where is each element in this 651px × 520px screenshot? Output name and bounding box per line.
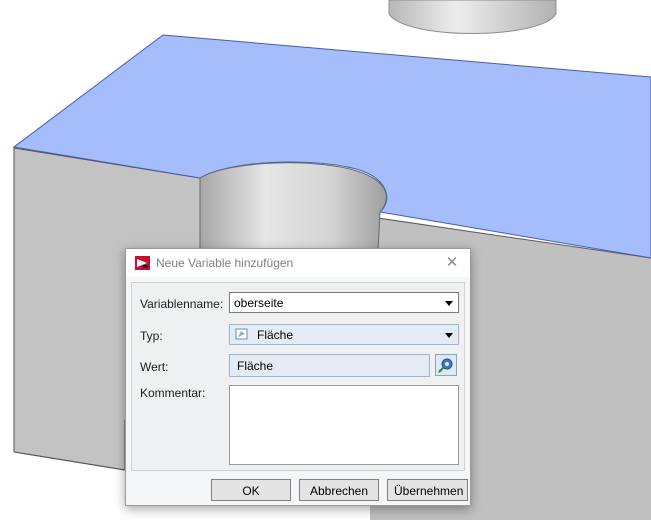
variable-name-combobox[interactable]: oberseite <box>229 292 459 313</box>
chevron-down-icon[interactable] <box>445 301 453 306</box>
surface-icon <box>235 328 248 340</box>
ok-button[interactable]: OK <box>211 479 291 501</box>
pick-value-button[interactable] <box>435 354 457 376</box>
chevron-down-icon[interactable] <box>445 333 453 338</box>
dialog-titlebar[interactable]: Neue Variable hinzufügen ✕ <box>126 249 470 277</box>
apply-button[interactable]: Übernehmen <box>387 479 468 501</box>
value-field[interactable]: Fläche <box>229 354 430 377</box>
type-combobox[interactable]: Fläche <box>229 324 459 345</box>
value-text: Fläche <box>237 359 274 373</box>
comment-textarea[interactable] <box>229 385 459 465</box>
cancel-button[interactable]: Abbrechen <box>299 479 379 501</box>
variable-name-value: oberseite <box>234 296 284 310</box>
pick-gear-icon <box>438 358 453 373</box>
comment-label: Kommentar: <box>140 386 206 400</box>
close-icon[interactable]: ✕ <box>442 253 462 273</box>
value-label: Wert: <box>140 360 169 374</box>
type-label: Typ: <box>140 329 163 343</box>
add-variable-dialog: Neue Variable hinzufügen ✕ Variablenname… <box>125 248 471 506</box>
variable-name-label: Variablenname: <box>140 297 224 311</box>
type-value: Fläche <box>257 328 294 342</box>
pin-cylinder <box>388 0 557 34</box>
app-logo-icon <box>135 256 150 270</box>
dialog-title: Neue Variable hinzufügen <box>156 256 294 270</box>
hole-cylinder <box>199 162 387 251</box>
form-panel: Variablenname: oberseite Typ: Fläche Wer… <box>131 282 465 471</box>
